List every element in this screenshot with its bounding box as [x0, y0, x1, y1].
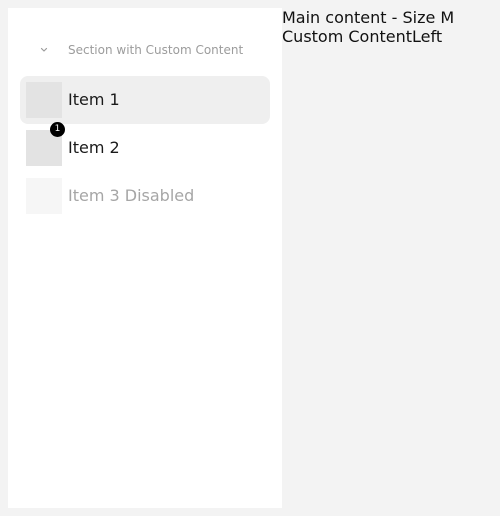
- sidebar-item-label: Item 2: [68, 138, 120, 157]
- item-thumbnail: [26, 82, 62, 118]
- item-thumbnail: [26, 178, 62, 214]
- sidebar-item-3-disabled: Item 3 Disabled: [20, 172, 270, 220]
- sidebar-item-label: Item 1: [68, 90, 120, 109]
- section-header[interactable]: Section with Custom Content: [8, 38, 282, 64]
- chevron-down-icon[interactable]: [39, 45, 49, 55]
- main-content: Main content - Size M Custom ContentLeft: [282, 8, 500, 46]
- main-content-subtitle: Custom ContentLeft: [282, 27, 443, 46]
- sidebar-item-2[interactable]: 1 Item 2: [20, 122, 270, 172]
- sidebar-item-label: Item 3 Disabled: [68, 186, 195, 205]
- section-title: Section with Custom Content: [68, 43, 244, 57]
- sidebar: Section with Custom Content Item 1 1 Ite…: [8, 8, 282, 508]
- main-content-title: Main content - Size M: [282, 8, 455, 27]
- sidebar-item-1[interactable]: Item 1: [20, 76, 270, 124]
- notification-badge: 1: [50, 122, 65, 137]
